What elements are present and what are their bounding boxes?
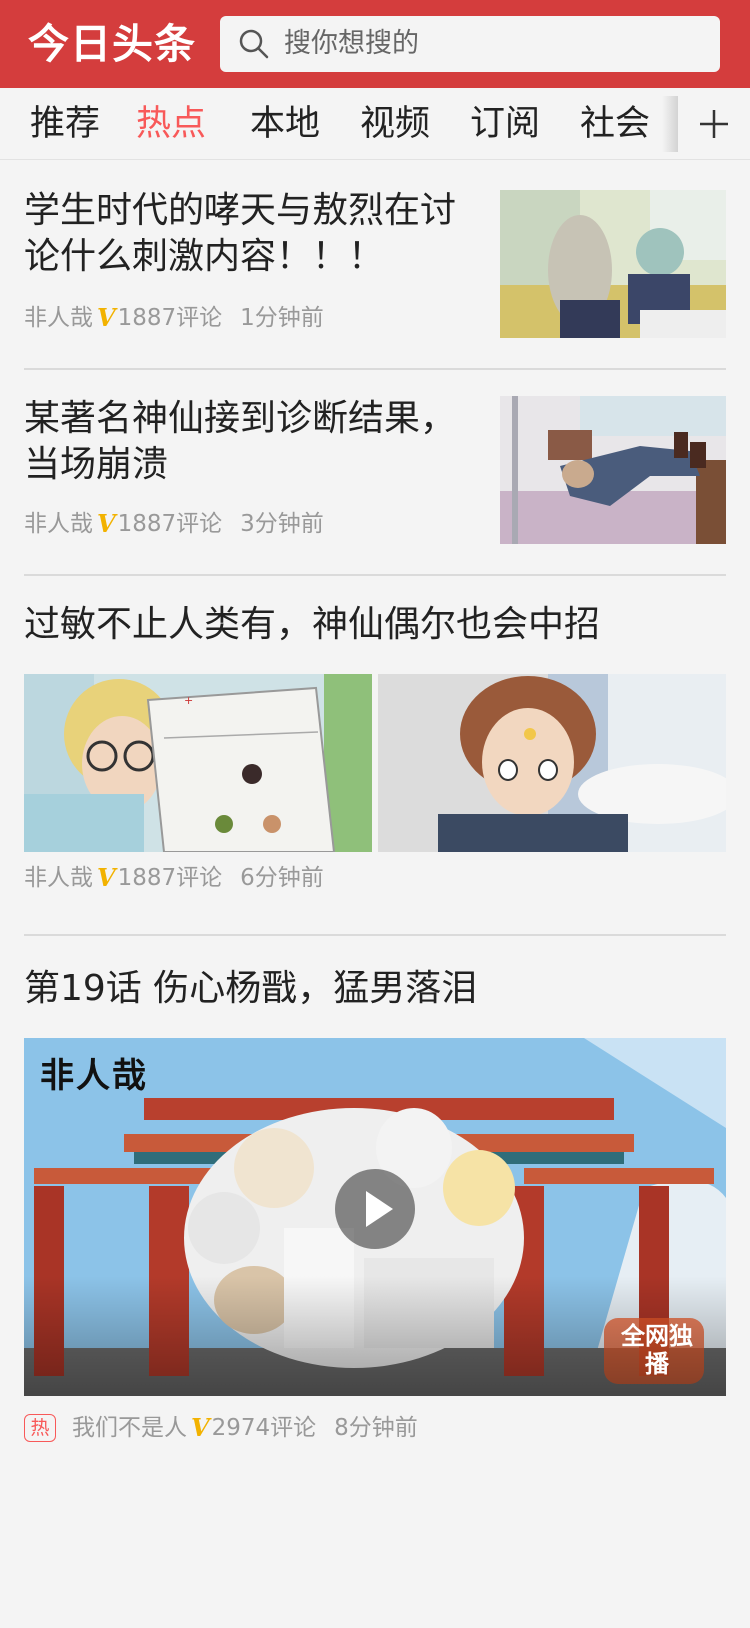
- article-image-right[interactable]: [378, 674, 726, 852]
- play-button[interactable]: [335, 1169, 415, 1249]
- verified-v-icon: V: [97, 862, 116, 892]
- article-title-line: 论什么刺激内容！！！: [24, 236, 385, 277]
- tab-society[interactable]: 社会: [580, 88, 650, 159]
- publish-time: 6分钟前: [240, 864, 324, 891]
- publish-time: 1分钟前: [240, 304, 324, 331]
- feed-item[interactable]: 过敏不止人类有，神仙偶尔也会中招 + 非人哉 V1887评论 6分钟前: [24, 576, 726, 934]
- comment-count: 1887评论: [117, 510, 223, 537]
- publish-time: 8分钟前: [334, 1414, 418, 1441]
- tab-subscribe[interactable]: 订阅: [470, 88, 540, 159]
- comment-count: 2974评论: [211, 1414, 317, 1441]
- article-title: 第19话 伤心杨戬，猛男落泪: [24, 968, 478, 1009]
- tab-recommend[interactable]: 推荐: [30, 88, 100, 159]
- video-cover[interactable]: 非人哉 全网独播: [24, 1038, 726, 1396]
- svg-text:+: +: [184, 694, 193, 707]
- author-name[interactable]: 非人哉: [24, 861, 93, 895]
- tab-video[interactable]: 视频: [360, 88, 430, 159]
- article-title-line: 某著名神仙接到诊断结果，: [24, 398, 457, 439]
- search-bar[interactable]: 搜你想搜的: [220, 16, 720, 72]
- channel-tabs: 推荐 热点 本地 视频 订阅 社会: [0, 88, 750, 160]
- article-meta: 热我们不是人 V2974评论 8分钟前: [24, 1410, 418, 1444]
- article-title: 过敏不止人类有，神仙偶尔也会中招: [24, 604, 601, 645]
- article-thumbnail[interactable]: [500, 396, 726, 544]
- feed-item[interactable]: 某著名神仙接到诊断结果， 当场崩溃 非人哉 V1887评论 3分钟前: [24, 370, 726, 574]
- top-header: 今日头条 搜你想搜的: [0, 0, 750, 88]
- article-thumbnail[interactable]: [500, 190, 726, 338]
- hot-badge: 热: [24, 1413, 56, 1442]
- tabs-fade-edge: [662, 96, 678, 152]
- comment-count: 1887评论: [117, 864, 223, 891]
- play-icon: [366, 1191, 393, 1227]
- article-meta: 非人哉 V1887评论 1分钟前: [24, 300, 324, 334]
- search-placeholder: 搜你想搜的: [284, 28, 419, 59]
- feed-item-video[interactable]: 第19话 伤心杨戬，猛男落泪 非人哉 全网独播 热 我们不是人 V2974评论 …: [24, 936, 726, 1456]
- article-image-left[interactable]: +: [24, 674, 372, 852]
- article-title-line: 当场崩溃: [24, 444, 169, 485]
- feed-item[interactable]: 学生时代的哮天与敖烈在讨 论什么刺激内容！！！ 非人哉 V1887评论 1分钟前: [24, 160, 726, 368]
- author-name[interactable]: 我们不是人: [72, 1411, 187, 1445]
- video-watermark: 全网独播: [621, 1322, 693, 1378]
- verified-v-icon: V: [97, 302, 116, 332]
- verified-v-icon: V: [191, 1412, 210, 1442]
- article-title-line: 学生时代的哮天与敖烈在讨: [24, 190, 457, 231]
- publish-time: 3分钟前: [240, 510, 324, 537]
- app-logo[interactable]: 今日头条: [28, 14, 196, 74]
- search-icon: [239, 29, 269, 59]
- author-name[interactable]: 非人哉: [24, 507, 93, 541]
- verified-v-icon: V: [97, 508, 116, 538]
- article-meta: 非人哉 V1887评论 3分钟前: [24, 506, 324, 540]
- comment-count: 1887评论: [117, 304, 223, 331]
- plus-icon: [700, 110, 728, 138]
- article-meta: 非人哉 V1887评论 6分钟前: [24, 860, 324, 894]
- tab-local[interactable]: 本地: [250, 88, 320, 159]
- video-overlay-title: 非人哉: [40, 1056, 148, 1096]
- tab-hot[interactable]: 热点: [136, 88, 206, 159]
- add-channel-button[interactable]: [678, 88, 750, 159]
- author-name[interactable]: 非人哉: [24, 301, 93, 335]
